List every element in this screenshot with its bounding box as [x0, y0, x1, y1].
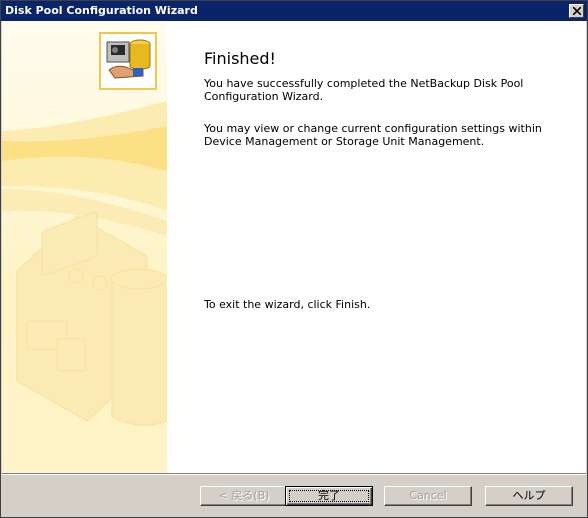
finish-button[interactable]: 完了	[285, 486, 373, 506]
close-button[interactable]	[569, 4, 584, 18]
wizard-logo	[99, 32, 157, 90]
wizard-main-panel: Finished! You have successfully complete…	[167, 21, 586, 473]
wizard-window: Disk Pool Configuration Wizard Finished!…	[0, 0, 588, 518]
completion-message: You have successfully completed the NetB…	[204, 77, 524, 103]
help-button[interactable]: ヘルプ	[485, 486, 573, 506]
wizard-content: Finished! You have successfully complete…	[2, 21, 586, 473]
page-title: Finished!	[204, 49, 276, 68]
back-button[interactable]: < 戻る(B)	[200, 486, 288, 506]
settings-info-message: You may view or change current configura…	[204, 122, 542, 148]
cancel-button[interactable]: Cancel	[384, 486, 472, 506]
exit-instruction: To exit the wizard, click Finish.	[204, 298, 371, 311]
close-icon	[573, 7, 581, 15]
button-separator-highlight	[2, 474, 586, 475]
wizard-side-banner	[2, 21, 167, 473]
focus-rectangle	[289, 490, 369, 502]
disk-pool-wizard-icon	[106, 39, 151, 79]
window-title: Disk Pool Configuration Wizard	[5, 4, 198, 17]
title-bar[interactable]: Disk Pool Configuration Wizard	[1, 1, 587, 21]
